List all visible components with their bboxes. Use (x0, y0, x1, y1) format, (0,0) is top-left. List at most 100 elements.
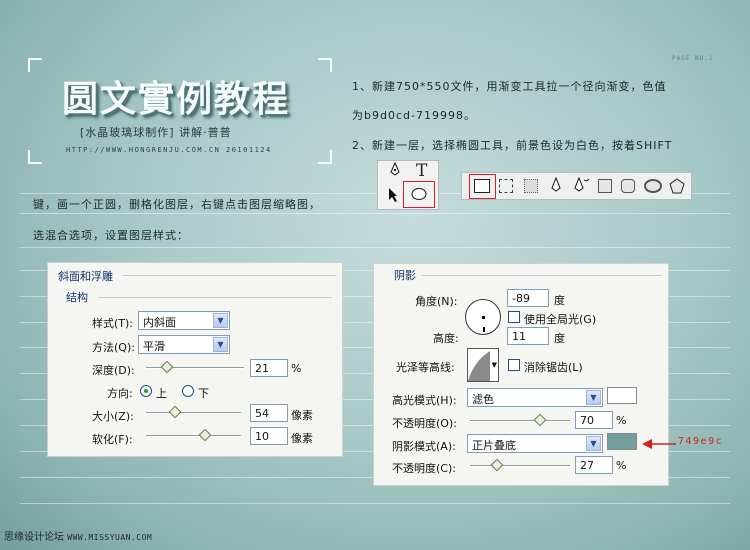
opacity2-label: 不透明度(C): (392, 462, 456, 475)
size-slider-knob[interactable] (168, 405, 181, 419)
style-value: 内斜面 (143, 316, 176, 329)
guide-line (20, 247, 730, 248)
style-select[interactable]: 内斜面 ▼ (138, 311, 230, 330)
type-tool-icon[interactable]: T (416, 161, 427, 181)
direction-down-radio[interactable] (182, 385, 194, 397)
size-input[interactable]: 54 (250, 404, 288, 422)
page-number: PAGE NO.1 (672, 55, 714, 62)
shadow-mode-value: 正片叠底 (472, 439, 516, 452)
guide-line (20, 213, 730, 214)
instruction-line-4: 键，画一个正圆，删格化图层，右键点击图层缩略图， (33, 198, 321, 211)
toolbox: T (377, 160, 439, 210)
chevron-down-icon: ▼ (491, 361, 497, 369)
fill-pixels-icon[interactable] (524, 179, 538, 193)
soften-label: 软化(F): (92, 433, 133, 446)
watermark-url: WWW.MISSYUAN.COM (67, 533, 153, 542)
watermark-text: 思缘设计论坛 (4, 532, 64, 543)
angle-unit: 度 (554, 294, 565, 307)
instruction-line-3: 2、新建一层，选择椭圆工具，前景色设为白色，按着SHIFT (352, 139, 673, 152)
ellipse-tool-icon[interactable] (411, 187, 427, 205)
style-label: 样式(T): (92, 317, 134, 330)
global-light-checkbox[interactable] (508, 311, 520, 323)
angle-input[interactable]: -89 (507, 289, 549, 307)
soften-slider-track[interactable] (146, 435, 241, 437)
altitude-input[interactable]: 11 (507, 327, 549, 345)
depth-input[interactable]: 21 (250, 359, 288, 377)
tool-options-bar (461, 172, 692, 200)
opacity1-slider-knob[interactable] (533, 413, 547, 427)
opacity2-slider-track[interactable] (470, 465, 570, 467)
paths-icon[interactable] (499, 179, 513, 193)
depth-slider-knob[interactable] (160, 360, 173, 374)
opacity1-unit: % (616, 414, 627, 427)
rounded-rect-tool-icon[interactable] (621, 179, 635, 193)
frame-corner (318, 58, 332, 72)
page-title: 圆文實例教程 (62, 78, 291, 120)
method-label: 方法(Q): (92, 341, 135, 354)
highlight-mode-value: 滤色 (472, 393, 494, 406)
panel-title: 阴影 (394, 269, 416, 282)
size-slider-track[interactable] (146, 412, 241, 414)
direction-up-radio[interactable] (140, 385, 152, 397)
instruction-line-5: 选混合选项，设置图层样式： (33, 229, 189, 242)
shadow-mode-label: 阴影模式(A): (392, 440, 456, 453)
angle-label: 角度(N): (415, 295, 458, 308)
shadow-mode-select[interactable]: 正片叠底 ▼ (467, 434, 603, 453)
watermark: 思缘设计论坛 WWW.MISSYUAN.COM (4, 528, 152, 543)
chevron-down-icon: ▼ (586, 390, 601, 405)
shadow-panel: 阴影 角度(N): -89 度 使用全局光(G) 高度: 11 度 光泽等高线:… (373, 263, 669, 486)
highlight-mode-label: 高光模式(H): (392, 394, 457, 407)
antialias-checkbox[interactable] (508, 359, 520, 371)
highlight-mode-select[interactable]: 滤色 ▼ (467, 388, 603, 407)
bevel-emboss-panel: 斜面和浮雕 结构 样式(T): 内斜面 ▼ 方法(Q): 平滑 ▼ 深度(D):… (47, 262, 343, 457)
freeform-pen-icon[interactable] (574, 176, 590, 199)
chevron-down-icon: ▼ (213, 337, 228, 352)
chevron-down-icon: ▼ (586, 436, 601, 451)
instruction-line-2: 为b9d0cd-719998。 (352, 109, 476, 122)
direction-label: 方向: (107, 387, 133, 400)
color-code-label: 749e9c (678, 436, 724, 447)
instruction-line-1: 1、新建750*550文件，用渐变工具拉一个径向渐变，色值 (352, 80, 667, 93)
soften-input[interactable]: 10 (250, 427, 288, 445)
guide-line (20, 503, 730, 504)
altitude-label: 高度: (433, 332, 459, 345)
method-value: 平滑 (143, 340, 165, 353)
soften-unit: 像素 (291, 432, 313, 445)
frame-corner (318, 150, 332, 164)
polygon-tool-icon[interactable] (669, 178, 685, 198)
opacity1-slider-track[interactable] (470, 420, 570, 422)
gloss-contour-picker[interactable]: ▼ (467, 348, 499, 382)
rectangle-tool-icon[interactable] (598, 179, 612, 193)
chevron-down-icon: ▼ (213, 313, 228, 328)
frame-corner (28, 58, 42, 72)
size-label: 大小(Z): (92, 410, 134, 423)
shadow-color-swatch[interactable] (607, 433, 637, 450)
angle-dial[interactable] (465, 299, 501, 335)
section-title: 结构 (66, 291, 88, 304)
method-select[interactable]: 平滑 ▼ (138, 335, 230, 354)
site-url: HTTP://WWW.HONGRENJU.COM.CN 20101124 (66, 146, 272, 154)
opacity2-unit: % (616, 459, 627, 472)
depth-unit: % (291, 362, 302, 375)
angle-dial-center (482, 316, 485, 319)
gloss-contour-label: 光泽等高线: (396, 361, 455, 374)
highlight-color-swatch[interactable] (607, 387, 637, 404)
opacity1-label: 不透明度(O): (392, 417, 457, 430)
pen-tool-icon[interactable] (550, 176, 562, 199)
direction-down-label: 下 (198, 387, 209, 400)
contour-curve-icon (468, 351, 490, 381)
altitude-unit: 度 (554, 332, 565, 345)
size-unit: 像素 (291, 409, 313, 422)
opacity2-input[interactable]: 27 (575, 456, 613, 474)
antialias-label: 消除锯齿(L) (524, 361, 583, 374)
global-light-label: 使用全局光(G) (524, 313, 597, 326)
opacity1-input[interactable]: 70 (575, 411, 613, 429)
group-line (422, 275, 662, 276)
ellipse-tool-option-icon[interactable] (644, 179, 662, 193)
angle-dial-marker (483, 327, 485, 332)
shape-layers-icon[interactable] (474, 179, 490, 193)
opacity2-slider-knob[interactable] (490, 458, 504, 472)
soften-slider-knob[interactable] (198, 428, 212, 442)
path-select-icon[interactable] (388, 187, 398, 207)
pen-icon[interactable] (388, 161, 402, 182)
